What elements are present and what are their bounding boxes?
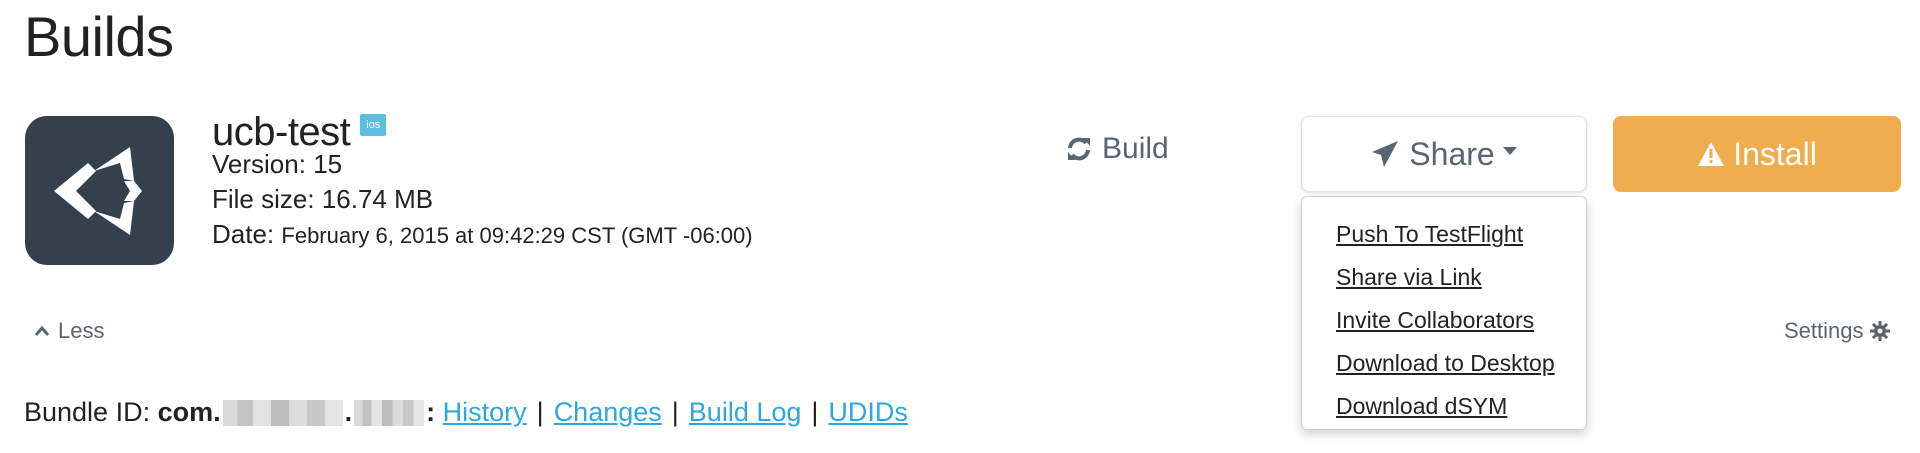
bundle-id-colon: : [426, 397, 436, 427]
install-button[interactable]: Install [1613, 116, 1901, 192]
bundle-id-row: Bundle ID: com. . : History | Changes | … [24, 397, 908, 428]
menu-item-download-to-desktop[interactable]: Download to Desktop [1336, 342, 1586, 385]
share-button[interactable]: Share [1301, 116, 1587, 192]
menu-item-share-via-link[interactable]: Share via Link [1336, 256, 1586, 299]
bundle-id-prefix: com. [157, 397, 221, 427]
file-size-value: 16.74 MB [321, 184, 434, 214]
changes-link[interactable]: Changes [554, 397, 662, 428]
settings-label: Settings [1784, 318, 1864, 343]
build-button[interactable]: Build [1066, 132, 1169, 166]
bundle-id-dot: . [344, 397, 353, 427]
separator: | [811, 397, 819, 427]
separator: | [671, 397, 679, 427]
file-size-row: File size: 16.74 MB [212, 183, 433, 215]
share-label: Share [1409, 135, 1495, 172]
warning-icon [1698, 142, 1725, 166]
version-value: 15 [313, 149, 343, 179]
version-row: Version: 15 [212, 148, 342, 180]
redacted-text [354, 399, 425, 426]
build-label: Build [1102, 132, 1169, 165]
install-label: Install [1733, 135, 1817, 172]
share-dropdown-menu: Push To TestFlight Share via Link Invite… [1301, 196, 1587, 430]
date-value: February 6, 2015 at 09:42:29 CST (GMT -0… [281, 223, 753, 248]
menu-item-push-to-testflight[interactable]: Push To TestFlight [1336, 213, 1586, 256]
gear-icon [1869, 321, 1890, 341]
redacted-text [222, 399, 343, 426]
udids-link[interactable]: UDIDs [828, 397, 908, 428]
paper-plane-icon [1372, 141, 1399, 167]
date-row: Date: February 6, 2015 at 09:42:29 CST (… [212, 218, 753, 252]
caret-down-icon [1502, 147, 1517, 155]
bundle-id-label: Bundle ID: [24, 397, 151, 427]
history-link[interactable]: History [443, 397, 527, 428]
menu-item-download-dsym[interactable]: Download dSYM [1336, 385, 1586, 428]
settings-link[interactable]: Settings [1784, 318, 1890, 344]
date-label: Date: [212, 219, 275, 249]
less-label: Less [58, 318, 105, 343]
build-log-link[interactable]: Build Log [689, 397, 802, 428]
refresh-icon [1068, 137, 1090, 161]
platform-badge: ios [360, 114, 387, 136]
version-label: Version: [212, 149, 306, 179]
less-toggle[interactable]: Less [34, 318, 104, 344]
file-size-label: File size: [212, 184, 315, 214]
separator: | [536, 397, 544, 427]
page-title: Builds [24, 5, 174, 68]
app-icon [25, 116, 174, 265]
menu-item-invite-collaborators[interactable]: Invite Collaborators [1336, 299, 1586, 342]
unity-logo-icon [53, 146, 142, 235]
chevron-up-icon [34, 325, 50, 336]
